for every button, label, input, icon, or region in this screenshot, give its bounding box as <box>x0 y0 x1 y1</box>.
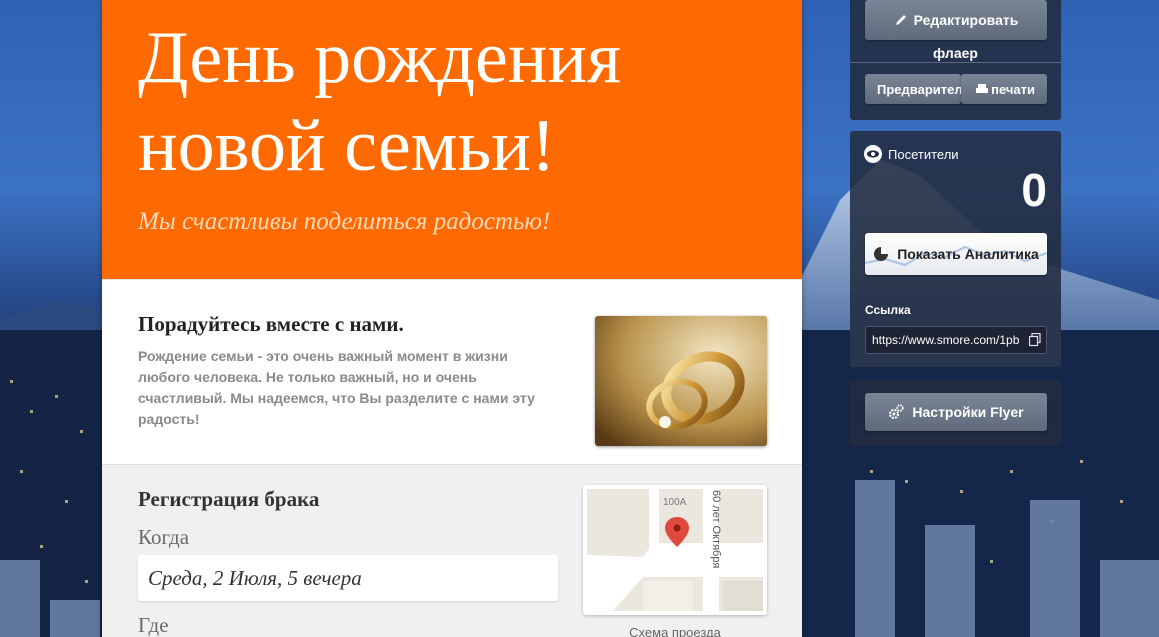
flyer: День рождения новой семьи! Мы счастливы … <box>102 0 802 637</box>
visitors-row: Посетители <box>864 145 959 163</box>
when-value: Среда, 2 Июля, 5 вечера <box>148 566 362 590</box>
where-label: Где <box>138 613 169 637</box>
flyer-subtitle: Мы счастливы поделиться радостью! <box>138 208 551 235</box>
event-heading: Регистрация брака <box>138 487 320 511</box>
flyer-link-value: https://www.smore.com/1pb <box>872 333 1020 347</box>
map-caption[interactable]: Схема проезда <box>583 625 767 637</box>
printer-icon <box>976 84 989 93</box>
when-box: Среда, 2 Июля, 5 вечера <box>138 555 558 601</box>
when-label: Когда <box>138 525 190 549</box>
visitors-count: 0 <box>1021 164 1047 216</box>
location-map[interactable]: 100А 60 лет Октября <box>583 485 767 615</box>
intro-text: Рождение семьи - это очень важный момент… <box>138 348 535 427</box>
settings-button-label: Настройки Flyer <box>912 404 1024 420</box>
edit-button-label-line2: флаер <box>933 45 978 61</box>
settings-panel: Настройки Flyer <box>850 380 1061 446</box>
flyer-settings-button[interactable]: Настройки Flyer <box>865 393 1047 431</box>
map-house-number: 100А <box>663 497 687 508</box>
edit-panel: Редактировать флаер Предварительный печа… <box>850 0 1061 120</box>
intro-section: Порадуйтесь вместе с нами. Рождение семь… <box>102 279 802 465</box>
preview-button-label: Предварительный <box>877 81 961 97</box>
link-label: Ссылка <box>865 303 911 317</box>
panel-divider <box>850 62 1061 63</box>
pie-chart-icon <box>874 247 889 261</box>
edit-button-label: Редактировать <box>913 12 1019 28</box>
preview-button[interactable]: Предварительный <box>865 74 961 104</box>
analytics-button-label: Показать Аналитика <box>897 246 1039 262</box>
copy-icon[interactable] <box>1029 333 1041 347</box>
flyer-link-field[interactable]: https://www.smore.com/1pb <box>865 326 1047 354</box>
print-button[interactable]: печати <box>961 74 1047 104</box>
pencil-icon <box>895 15 906 25</box>
map-street-label: 60 лет Октября <box>710 490 722 568</box>
event-section: Регистрация брака Когда Среда, 2 Июля, 5… <box>102 464 802 637</box>
flyer-title: День рождения новой семьи! <box>138 17 622 187</box>
link-section: Ссылка https://www.smore.com/1pb <box>850 291 1061 367</box>
eye-icon <box>864 145 882 163</box>
intro-heading: Порадуйтесь вместе с нами. <box>138 312 404 336</box>
wedding-rings-photo[interactable] <box>595 316 767 446</box>
stats-panel: Посетители 0 Показать Аналитика Ссылка h… <box>850 131 1061 367</box>
edit-flyer-button[interactable]: Редактировать <box>865 0 1047 40</box>
print-button-label: печати <box>991 81 1035 97</box>
gears-icon <box>889 404 905 420</box>
flyer-header: День рождения новой семьи! Мы счастливы … <box>102 0 802 279</box>
visitors-label: Посетители <box>888 146 959 162</box>
show-analytics-button[interactable]: Показать Аналитика <box>865 233 1047 275</box>
